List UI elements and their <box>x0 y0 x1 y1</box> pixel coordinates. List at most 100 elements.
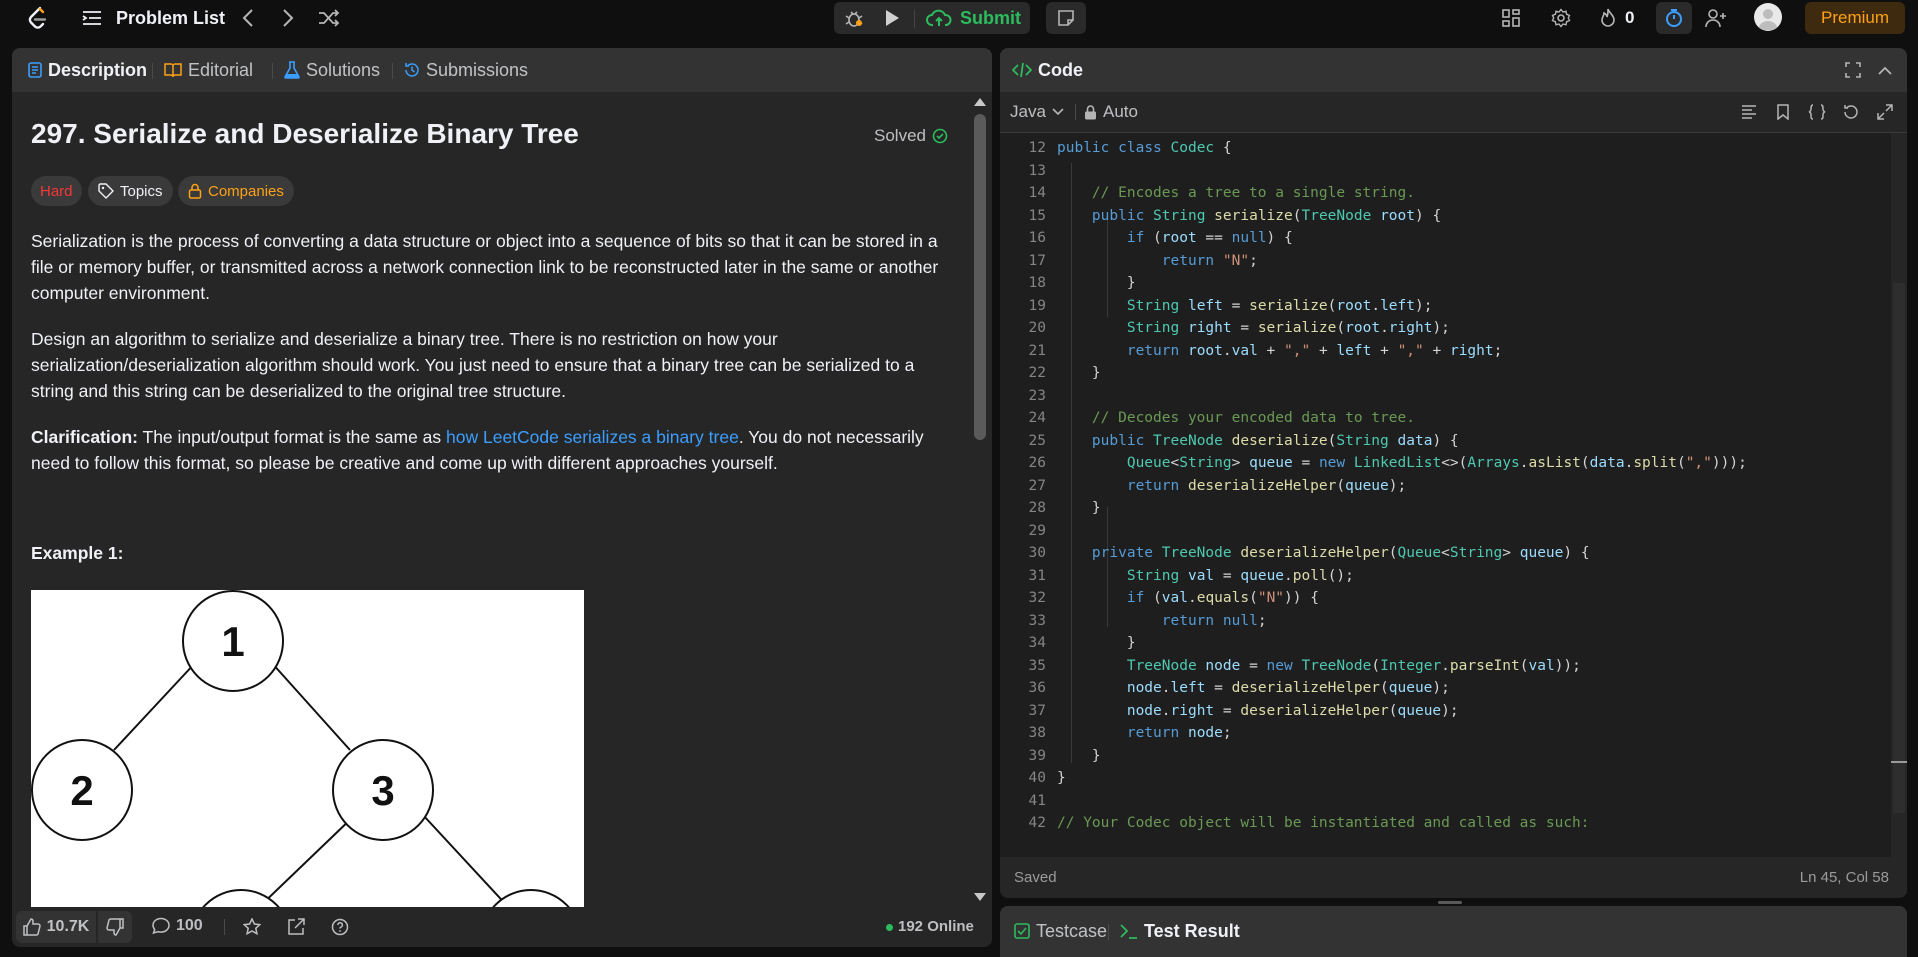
auto-mode[interactable]: Auto <box>1084 102 1138 122</box>
line-number: 21 <box>1028 342 1046 359</box>
code-line: TreeNode node = new TreeNode(Integer.par… <box>1126 657 1581 674</box>
code-line: } <box>1057 770 1066 786</box>
code-line: return node; <box>1126 725 1232 741</box>
tab-description[interactable]: Description <box>28 48 147 92</box>
example-tree-image: 1 2 3 <box>31 590 584 907</box>
code-line: public String serialize(TreeNode root) { <box>1091 207 1442 224</box>
tab-submissions[interactable]: Submissions <box>404 48 528 92</box>
editor-scrollbar-thumb[interactable] <box>1893 283 1905 813</box>
premium-button[interactable]: Premium <box>1805 2 1905 34</box>
code-line: String val = queue.poll(); <box>1126 567 1354 584</box>
code-line: return root.val + "," + left + "," + rig… <box>1126 342 1503 359</box>
expand-icon[interactable] <box>1874 101 1896 123</box>
code-line: private TreeNode deserializeHelper(Queue… <box>1091 545 1590 561</box>
problem-title: 297. Serialize and Deserialize Binary Tr… <box>31 118 579 149</box>
companies-tag[interactable]: Companies <box>178 176 294 206</box>
check-circle-icon <box>932 128 948 144</box>
example-1-heading: Example 1: <box>31 543 124 563</box>
code-panel-header: Code <box>1000 48 1907 92</box>
line-number: 19 <box>1028 297 1046 314</box>
settings-gear-icon[interactable] <box>1548 6 1574 30</box>
star-icon[interactable] <box>240 915 264 939</box>
serialization-format-link[interactable]: how LeetCode serializes a binary tree <box>446 427 739 447</box>
share-icon[interactable] <box>284 915 308 939</box>
line-number: 42 <box>1028 815 1046 831</box>
scrollbar-thumb[interactable] <box>974 114 986 440</box>
leetcode-logo-icon[interactable] <box>24 4 52 32</box>
notes-icon[interactable] <box>1050 4 1082 32</box>
panel-resize-handle[interactable] <box>1438 901 1462 904</box>
code-line: node.left = deserializeHelper(queue); <box>1126 680 1450 696</box>
tab-solutions[interactable]: Solutions <box>284 48 380 92</box>
auto-mode-label: Auto <box>1103 102 1138 121</box>
line-number: 27 <box>1028 477 1046 494</box>
history-icon <box>405 63 419 77</box>
code-panel: Code Java Auto 12 13 14 15 16 17 18 19 2… <box>1000 48 1907 898</box>
list-icon[interactable] <box>80 6 104 30</box>
tab-submissions-label: Submissions <box>426 59 529 80</box>
add-friend-icon[interactable] <box>1703 6 1729 30</box>
problem-paragraph-1: Serialization is the process of converti… <box>31 231 939 303</box>
next-problem-icon[interactable] <box>276 6 300 30</box>
tab-editorial[interactable]: Editorial <box>164 48 253 92</box>
debug-icon[interactable] <box>838 4 870 32</box>
fullscreen-icon[interactable] <box>1842 59 1864 81</box>
lock-icon <box>188 183 202 199</box>
prev-problem-icon[interactable] <box>236 6 260 30</box>
code-line: } <box>1057 275 1136 291</box>
solved-status: Solved <box>874 126 948 146</box>
code-line: String left = serialize(root.left); <box>1126 297 1433 314</box>
collapse-chevron-icon[interactable] <box>1874 59 1896 81</box>
line-number: 39 <box>1028 747 1046 764</box>
line-number: 36 <box>1028 680 1046 696</box>
scrollbar-down-arrow[interactable] <box>974 893 986 901</box>
topics-label: Topics <box>120 182 163 200</box>
streak-flame-icon[interactable] <box>1596 6 1620 30</box>
shuffle-icon[interactable] <box>316 6 342 30</box>
tab-testcase[interactable]: Testcase <box>1014 909 1107 953</box>
tab-test-result[interactable]: Test Result <box>1120 909 1240 953</box>
code-line: if (val.equals("N")) { <box>1126 590 1319 606</box>
submit-button[interactable]: Submit <box>926 2 1021 34</box>
toolbar-divider <box>1075 104 1076 120</box>
line-number: 40 <box>1028 770 1046 786</box>
cloud-upload-icon <box>926 9 952 26</box>
description-panel: Description Editorial Solutions Submissi… <box>12 48 992 947</box>
code-brackets-icon <box>1012 62 1032 78</box>
help-icon[interactable] <box>328 915 352 939</box>
reset-icon[interactable] <box>1840 101 1862 123</box>
language-select[interactable]: Java <box>1010 102 1064 122</box>
line-number: 29 <box>1028 522 1046 539</box>
like-button[interactable]: 10.7K <box>16 911 96 943</box>
line-number: 24 <box>1028 410 1046 426</box>
book-icon <box>164 63 182 78</box>
code-tab-label: Code <box>1038 59 1083 80</box>
test-panel-header: Testcase Test Result <box>1000 906 1907 957</box>
line-number: 25 <box>1028 432 1046 449</box>
format-icon[interactable] <box>1738 101 1760 123</box>
dislike-button[interactable] <box>98 911 132 943</box>
comments-button[interactable]: 100 <box>152 917 203 935</box>
tab-testcase-label: Testcase <box>1036 920 1108 941</box>
line-number: 32 <box>1028 590 1046 606</box>
topics-tag[interactable]: Topics <box>88 176 173 206</box>
comments-count: 100 <box>176 917 203 934</box>
run-icon[interactable] <box>876 4 908 32</box>
code-editor[interactable]: 12 13 14 15 16 17 18 19 20 21 22 23 24 25 26 27 28 29 30 31… <box>1000 133 1907 857</box>
line-number: 26 <box>1028 455 1046 471</box>
editor-scroll-marker <box>1891 761 1907 763</box>
problem-list-link[interactable]: Problem List <box>116 0 225 36</box>
cursor-position: Ln 45, Col 58 <box>1799 869 1889 886</box>
test-panel: Testcase Test Result <box>1000 906 1907 957</box>
footer-divider <box>224 919 225 935</box>
thumbs-up-icon <box>22 918 41 936</box>
braces-icon[interactable] <box>1806 101 1828 123</box>
avatar[interactable] <box>1754 3 1782 31</box>
layout-icon[interactable] <box>1498 6 1524 30</box>
bookmark-icon[interactable] <box>1772 101 1794 123</box>
top-nav: Problem List Submit 0 Premium <box>0 0 1918 36</box>
code-tab[interactable]: Code <box>1012 48 1083 92</box>
flask-icon <box>284 61 300 79</box>
line-number: 35 <box>1028 657 1046 674</box>
scrollbar-up-arrow[interactable] <box>974 98 986 106</box>
